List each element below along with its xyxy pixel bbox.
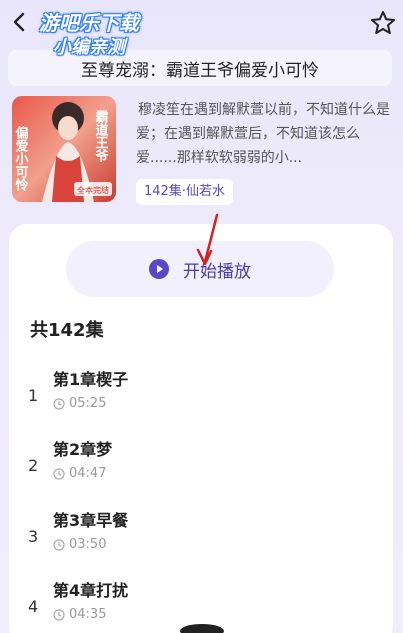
cover-title-right: 霸道王爷: [93, 110, 109, 163]
episode-duration: 05:25: [69, 396, 107, 411]
episode-number: 3: [28, 527, 39, 546]
episode-count: 共142集: [30, 320, 104, 341]
watermark-line1: 游吧乐下载: [39, 11, 139, 35]
episode-duration-row: 04:35: [53, 607, 106, 622]
watermark-line2: 小编亲测: [53, 37, 125, 58]
episode-item[interactable]: 1 第1章楔子 05:25: [0, 366, 403, 432]
start-play-button[interactable]: 开始播放: [66, 241, 334, 297]
episode-duration-row: 04:47: [53, 466, 106, 481]
episode-title: 第2章梦: [53, 440, 113, 459]
episode-number: 4: [28, 597, 39, 616]
episode-item[interactable]: 2 第2章梦 04:47: [0, 436, 403, 502]
clock-icon: [53, 397, 65, 410]
start-play-label: 开始播放: [183, 261, 251, 282]
episode-duration: 03:50: [69, 537, 107, 552]
clock-icon: [53, 538, 65, 551]
episode-title: 第4章打扰: [53, 581, 129, 600]
episode-number: 2: [28, 456, 39, 475]
clock-icon: [53, 608, 65, 621]
cover-badge: 全本完结: [77, 185, 109, 195]
cover-title-left: 偏爱小可怜: [13, 125, 29, 192]
episode-title: 第1章楔子: [53, 370, 129, 389]
bottom-indicator: [180, 624, 224, 633]
clock-icon: [53, 467, 65, 480]
play-icon: [149, 259, 169, 279]
book-description: 穆凌笙在遇到解默萱以前，不知道什么是爱；在遇到解默萱后，不知道该怎么爱.....…: [136, 102, 390, 166]
episode-duration-row: 05:25: [53, 396, 106, 411]
book-cover[interactable]: 偏爱小可怜 霸道王爷 全本完结: [12, 96, 116, 202]
episode-title: 第3章早餐: [53, 511, 129, 530]
episode-item[interactable]: 3 第3章早餐 03:50: [0, 507, 403, 573]
star-icon[interactable]: [369, 9, 397, 37]
episode-duration-row: 03:50: [53, 537, 106, 552]
episode-duration: 04:35: [69, 607, 107, 622]
watermark: 游吧乐下载 小编亲测: [14, 10, 164, 64]
episode-duration: 04:47: [69, 466, 107, 481]
episode-number: 1: [28, 386, 39, 405]
book-meta[interactable]: 142集·仙若水: [136, 179, 233, 205]
